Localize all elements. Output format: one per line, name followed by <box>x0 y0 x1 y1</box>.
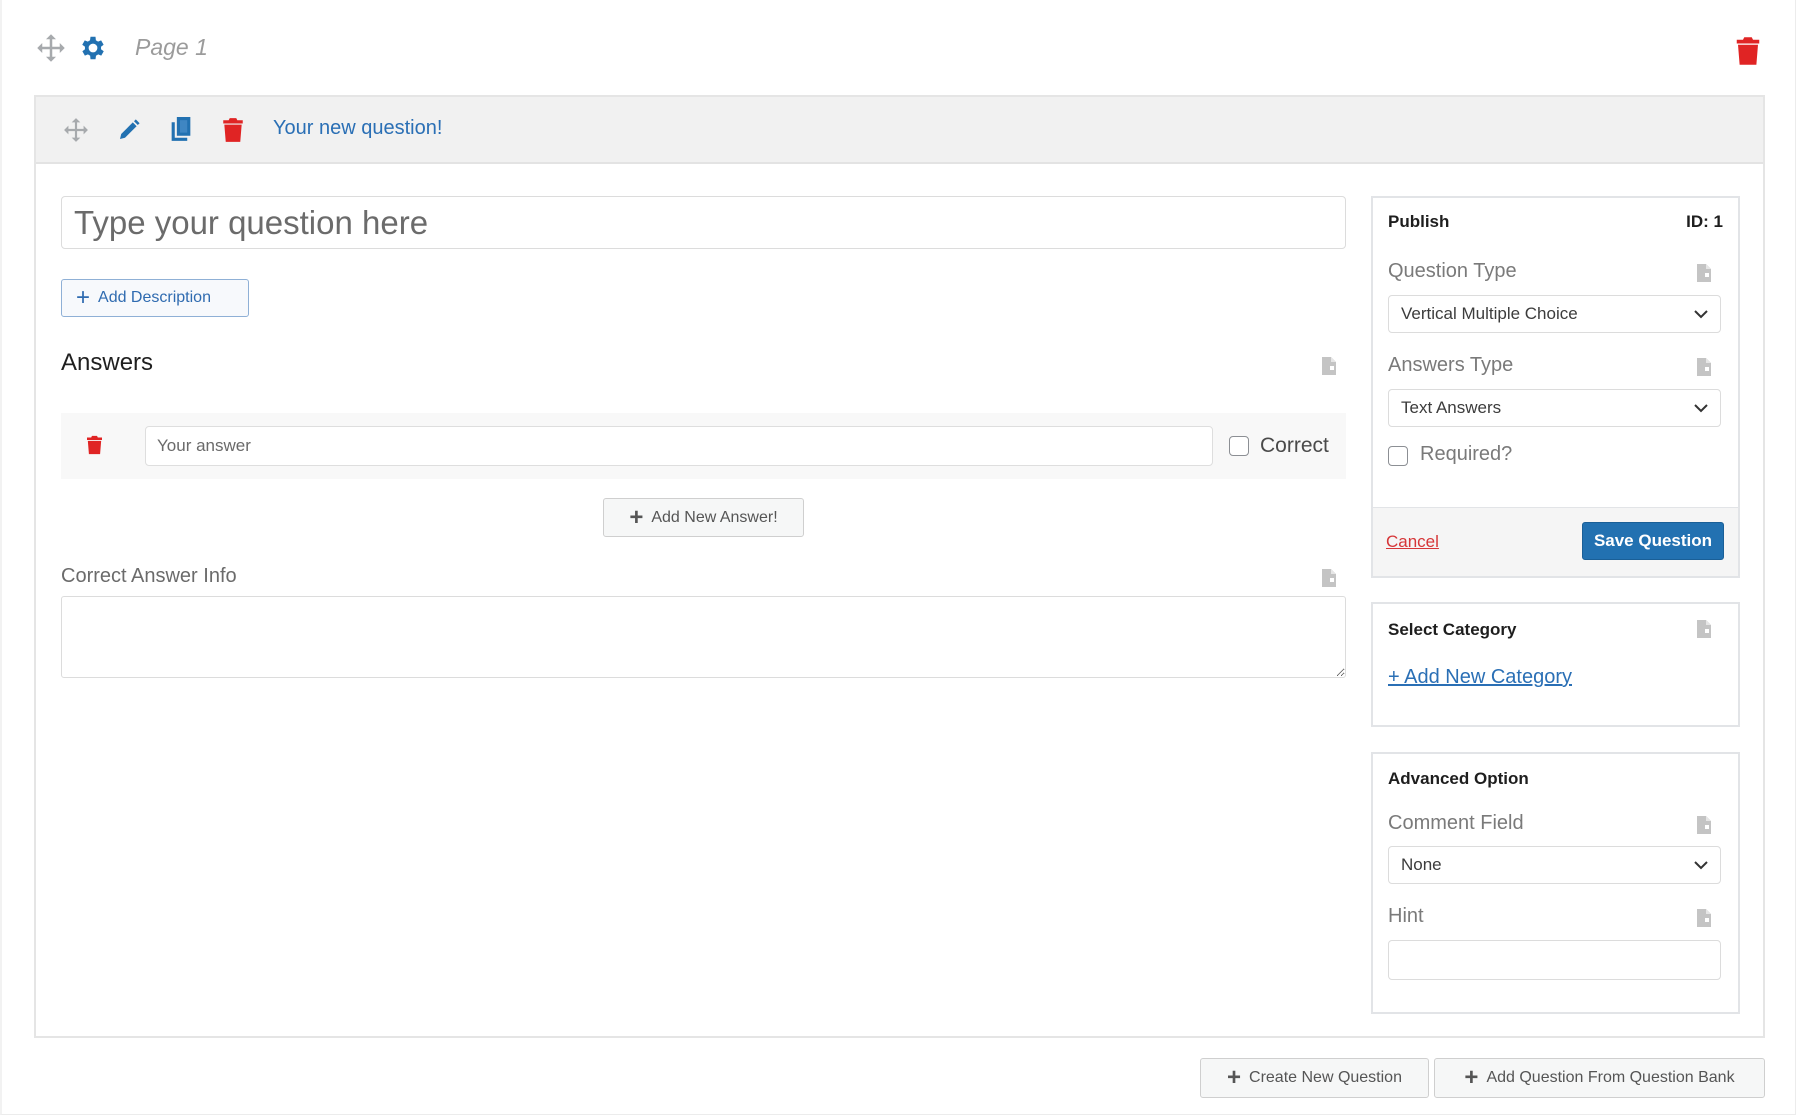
answers-help-doc-icon[interactable] <box>1322 357 1336 380</box>
select-category-box: Select Category + Add New Category <box>1371 602 1740 727</box>
comment-field-select[interactable]: None <box>1388 846 1721 884</box>
add-new-answer-label: Add New Answer! <box>651 508 778 526</box>
correct-answer-info-textarea[interactable] <box>61 596 1346 678</box>
add-new-category-link[interactable]: + Add New Category <box>1388 666 1572 689</box>
duplicate-copy-icon[interactable] <box>169 116 193 143</box>
question-title: Your new question! <box>273 117 443 139</box>
publish-box: Publish ID: 1 Question Type Vertical Mul… <box>1371 196 1740 578</box>
plus-icon: + <box>1227 1064 1242 1091</box>
required-label: Required? <box>1420 443 1513 465</box>
question-type-select[interactable]: Vertical Multiple Choice <box>1388 295 1721 333</box>
comment-field-value: None <box>1401 855 1442 874</box>
add-from-question-bank-button[interactable]: + Add Question From Question Bank <box>1434 1058 1765 1098</box>
correct-checkbox[interactable] <box>1229 436 1249 456</box>
plus-icon: + <box>76 284 91 311</box>
answers-heading: Answers <box>61 349 154 376</box>
select-category-title: Select Category <box>1388 620 1517 639</box>
answers-type-select[interactable]: Text Answers <box>1388 389 1721 427</box>
hint-input[interactable] <box>1388 940 1721 980</box>
plus-icon: + <box>629 503 644 531</box>
drag-question-icon[interactable] <box>63 117 89 143</box>
delete-answer-trash-icon[interactable] <box>86 435 103 455</box>
question-card: Your new question! + Add Description Ans… <box>34 95 1765 1038</box>
add-description-label: Add Description <box>98 289 211 306</box>
question-type-doc-icon[interactable] <box>1697 264 1711 287</box>
delete-question-trash-icon[interactable] <box>222 117 244 143</box>
comment-field-label: Comment Field <box>1388 812 1524 834</box>
create-new-question-button[interactable]: + Create New Question <box>1200 1058 1429 1098</box>
page-title: Page 1 <box>135 34 208 60</box>
chevron-down-icon <box>1694 304 1708 324</box>
correct-label: Correct <box>1260 434 1329 457</box>
plus-icon: + <box>1464 1064 1479 1091</box>
add-from-question-bank-label: Add Question From Question Bank <box>1486 1069 1735 1086</box>
cancel-link[interactable]: Cancel <box>1386 532 1439 552</box>
answer-text-input[interactable] <box>145 426 1213 466</box>
comment-field-doc-icon[interactable] <box>1697 816 1711 839</box>
answers-type-doc-icon[interactable] <box>1697 358 1711 381</box>
correct-answer-info-label: Correct Answer Info <box>61 565 237 587</box>
delete-page-trash-icon[interactable] <box>1735 36 1761 66</box>
answers-type-value: Text Answers <box>1401 398 1502 417</box>
hint-doc-icon[interactable] <box>1697 909 1711 932</box>
edit-pencil-icon[interactable] <box>117 118 141 142</box>
question-type-label: Question Type <box>1388 260 1517 282</box>
add-description-button[interactable]: + Add Description <box>61 279 249 317</box>
correct-answer-info-doc-icon[interactable] <box>1322 569 1336 592</box>
question-card-header: Your new question! <box>36 97 1763 164</box>
chevron-down-icon <box>1694 855 1708 875</box>
question-text-input[interactable] <box>61 196 1346 249</box>
category-doc-icon[interactable] <box>1697 620 1711 643</box>
publish-title: Publish <box>1388 212 1450 231</box>
add-new-answer-button[interactable]: + Add New Answer! <box>603 498 804 537</box>
drag-page-icon[interactable] <box>36 33 66 63</box>
page-settings-gear-icon[interactable] <box>78 33 108 63</box>
advanced-option-box: Advanced Option Comment Field None Hint <box>1371 752 1740 1014</box>
required-checkbox[interactable] <box>1388 446 1408 466</box>
advanced-option-title: Advanced Option <box>1388 769 1529 788</box>
answers-type-label: Answers Type <box>1388 354 1514 376</box>
chevron-down-icon <box>1694 398 1708 418</box>
question-id: ID: 1 <box>1686 212 1723 231</box>
create-new-question-label: Create New Question <box>1249 1069 1402 1086</box>
hint-label: Hint <box>1388 905 1424 927</box>
publish-actions: Cancel Save Question <box>1373 507 1738 576</box>
question-type-value: Vertical Multiple Choice <box>1401 304 1578 323</box>
save-question-button[interactable]: Save Question <box>1582 522 1724 560</box>
